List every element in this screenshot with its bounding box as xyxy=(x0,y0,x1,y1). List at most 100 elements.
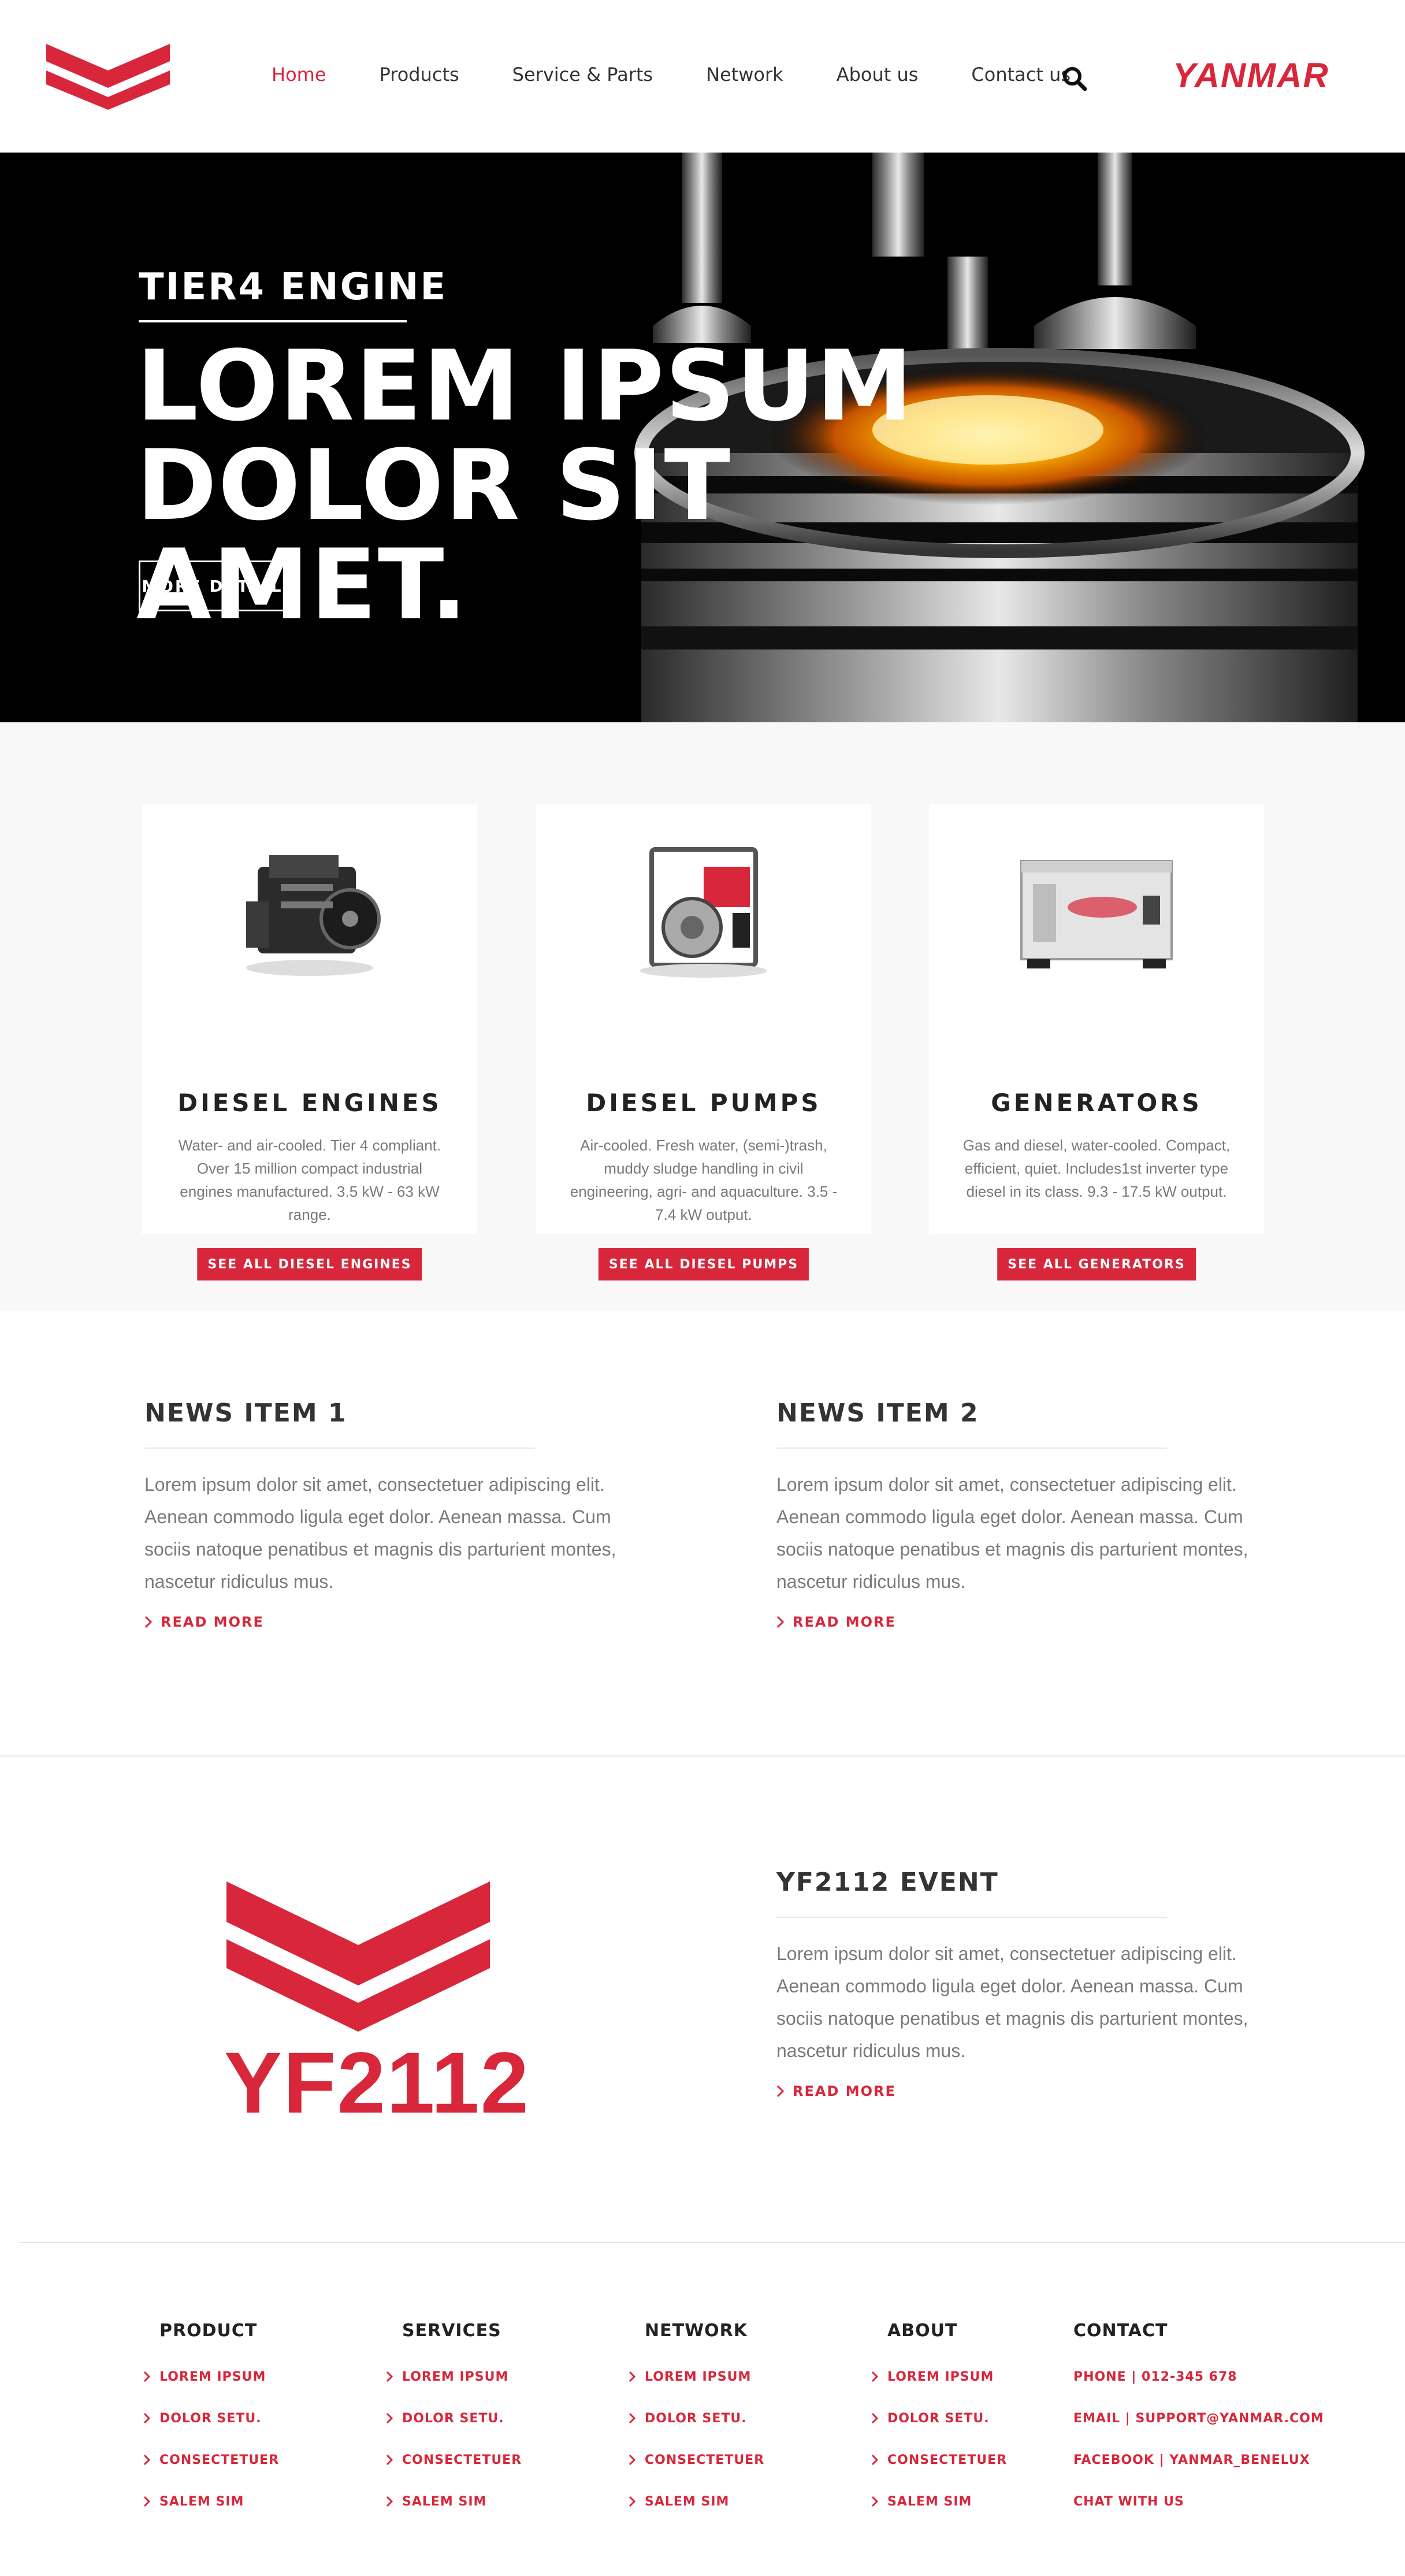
section-divider xyxy=(0,1755,1405,1757)
event-title: YF2112 EVENT xyxy=(776,1868,999,1897)
event-item: YF2112 EVENT Lorem ipsum dolor sit amet,… xyxy=(776,1868,1296,2099)
footer-link[interactable]: DOLOR SETU. xyxy=(386,2397,522,2439)
nav-products[interactable]: Products xyxy=(380,64,459,86)
chevron-right-icon xyxy=(386,2371,393,2382)
product-title: GENERATORS xyxy=(991,1089,1202,1117)
footer-col-about: ABOUT LOREM IPSUM DOLOR SETU. CONSECTETU… xyxy=(871,2321,1007,2522)
footer-link-label: CONSECTETUER xyxy=(402,2452,522,2467)
see-all-diesel-pumps-button[interactable]: SEE ALL DIESEL PUMPS xyxy=(598,1248,809,1280)
nav-about[interactable]: About us xyxy=(837,64,919,86)
chevron-right-icon xyxy=(386,2454,393,2466)
footer-link[interactable]: CONSECTETUER xyxy=(386,2439,522,2481)
news-body: Lorem ipsum dolor sit amet, consectetuer… xyxy=(776,1474,1248,1592)
chevron-right-icon xyxy=(144,1616,153,1628)
footer-col-title: PRODUCT xyxy=(159,2321,258,2341)
chevron-right-icon xyxy=(629,2496,635,2507)
chevron-right-icon xyxy=(776,2085,785,2098)
footer-link-label: LOREM IPSUM xyxy=(645,2369,752,2384)
brand-wordmark[interactable]: YANMAR xyxy=(1173,55,1329,95)
product-card-generators: GENERATORS Gas and diesel, water-cooled.… xyxy=(929,804,1264,1280)
chevron-right-icon xyxy=(629,2454,635,2466)
footer-link-label: LOREM IPSUM xyxy=(159,2369,266,2384)
more-details-button[interactable]: MORE DETAILS xyxy=(139,561,299,611)
main-nav: Home Products Service & Parts Network Ab… xyxy=(272,64,1124,86)
footer-link-label: LOREM IPSUM xyxy=(402,2369,509,2384)
nav-network[interactable]: Network xyxy=(706,64,783,86)
hero-rule xyxy=(139,320,407,322)
news-item-2: NEWS ITEM 2 Lorem ipsum dolor sit amet, … xyxy=(776,1398,1296,1630)
news-title: NEWS ITEM 2 xyxy=(776,1398,979,1428)
chevron-right-icon xyxy=(776,1616,785,1628)
product-description: Air-cooled. Fresh water, (semi-)trash, m… xyxy=(570,1137,838,1223)
nav-service-parts[interactable]: Service & Parts xyxy=(512,64,653,86)
footer-link[interactable]: CONSECTETUER xyxy=(629,2439,764,2481)
product-card-diesel-pumps: DIESEL PUMPS Air-cooled. Fresh water, (s… xyxy=(536,804,871,1280)
footer-link-label: DOLOR SETU. xyxy=(159,2411,262,2426)
product-description: Gas and diesel, water-cooled. Compact, e… xyxy=(962,1137,1231,1200)
nav-home[interactable]: Home xyxy=(272,64,326,86)
footer-link[interactable]: LOREM IPSUM xyxy=(871,2356,1007,2397)
chevron-right-icon xyxy=(386,2496,393,2507)
news-body: Lorem ipsum dolor sit amet, consectetuer… xyxy=(144,1474,616,1592)
diesel-engine-image xyxy=(246,855,381,976)
event-read-more-link[interactable]: READ MORE xyxy=(776,2083,1296,2099)
chevron-right-icon xyxy=(629,2412,635,2424)
product-title: DIESEL ENGINES xyxy=(177,1089,442,1117)
hero-title-line-1: LOREM IPSUM xyxy=(136,329,914,443)
search-icon[interactable] xyxy=(1062,66,1087,91)
footer-col-contact: CONTACT PHONE | 012-345 678 EMAIL | SUPP… xyxy=(1073,2321,1324,2522)
news-item-1: NEWS ITEM 1 Lorem ipsum dolor sit amet, … xyxy=(144,1398,664,1630)
footer-link-label: SALEM SIM xyxy=(402,2494,487,2509)
footer-col-product: PRODUCT LOREM IPSUM DOLOR SETU. CONSECTE… xyxy=(143,2321,279,2522)
footer-link-label: LOREM IPSUM xyxy=(887,2369,994,2384)
hero-eyebrow: TIER4 ENGINE xyxy=(139,266,448,309)
footer-col-title: ABOUT xyxy=(887,2321,958,2341)
footer-link[interactable]: LOREM IPSUM xyxy=(143,2356,279,2397)
nav-contact[interactable]: Contact us xyxy=(971,64,1071,86)
footer-link[interactable]: CONSECTETUER xyxy=(143,2439,279,2481)
news-title: NEWS ITEM 1 xyxy=(144,1398,347,1428)
product-title: DIESEL PUMPS xyxy=(586,1089,822,1117)
footer-divider xyxy=(20,2242,1405,2243)
read-more-label: READ MORE xyxy=(793,1614,896,1630)
yanmar-chevron-logo-icon[interactable] xyxy=(46,44,170,110)
footer-contact-email[interactable]: EMAIL | SUPPORT@YANMAR.COM xyxy=(1073,2397,1324,2439)
see-all-diesel-engines-button[interactable]: SEE ALL DIESEL ENGINES xyxy=(197,1248,422,1280)
footer-link[interactable]: LOREM IPSUM xyxy=(629,2356,764,2397)
footer-contact-facebook[interactable]: FACEBOOK | YANMAR_BENELUX xyxy=(1073,2439,1324,2481)
news-1-read-more-link[interactable]: READ MORE xyxy=(144,1614,664,1630)
chevron-right-icon xyxy=(143,2454,150,2466)
event-rule xyxy=(776,1917,1167,1918)
chevron-right-icon xyxy=(871,2371,878,2382)
footer-link[interactable]: DOLOR SETU. xyxy=(143,2397,279,2439)
chevron-right-icon xyxy=(143,2371,150,2382)
footer-link[interactable]: CONSECTETUER xyxy=(871,2439,1007,2481)
footer-link[interactable]: LOREM IPSUM xyxy=(386,2356,522,2397)
diesel-pump-image xyxy=(640,847,767,978)
news-rule xyxy=(144,1447,535,1449)
footer-link-label: DOLOR SETU. xyxy=(645,2411,747,2426)
footer-link-label: DOLOR SETU. xyxy=(402,2411,504,2426)
footer-contact-phone[interactable]: PHONE | 012-345 678 xyxy=(1073,2356,1324,2397)
footer-link[interactable]: SALEM SIM xyxy=(143,2481,279,2522)
footer-link[interactable]: SALEM SIM xyxy=(386,2481,522,2522)
product-card-diesel-engines: DIESEL ENGINES Water- and air-cooled. Ti… xyxy=(142,804,477,1280)
generator-image xyxy=(1020,860,1173,968)
site-header: Home Products Service & Parts Network Ab… xyxy=(0,0,1405,153)
chevron-right-icon xyxy=(871,2454,878,2466)
chevron-right-icon xyxy=(143,2412,150,2424)
footer-col-title: CONTACT xyxy=(1073,2321,1168,2341)
footer-link[interactable]: DOLOR SETU. xyxy=(629,2397,764,2439)
footer-link[interactable]: DOLOR SETU. xyxy=(871,2397,1007,2439)
footer-link-label: CONSECTETUER xyxy=(645,2452,765,2467)
chevron-right-icon xyxy=(386,2412,393,2424)
see-all-generators-button[interactable]: SEE ALL GENERATORS xyxy=(997,1248,1196,1280)
footer-link-label: DOLOR SETU. xyxy=(887,2411,990,2426)
event-logo-text: YF2112 xyxy=(224,2034,530,2131)
footer-link[interactable]: SALEM SIM xyxy=(871,2481,1007,2522)
footer-link-label: CONSECTETUER xyxy=(159,2452,280,2467)
footer-contact-chat[interactable]: CHAT WITH US xyxy=(1073,2481,1324,2522)
footer-link[interactable]: SALEM SIM xyxy=(629,2481,764,2522)
news-2-read-more-link[interactable]: READ MORE xyxy=(776,1614,1296,1630)
products-section: DIESEL ENGINES Water- and air-cooled. Ti… xyxy=(0,722,1405,1311)
